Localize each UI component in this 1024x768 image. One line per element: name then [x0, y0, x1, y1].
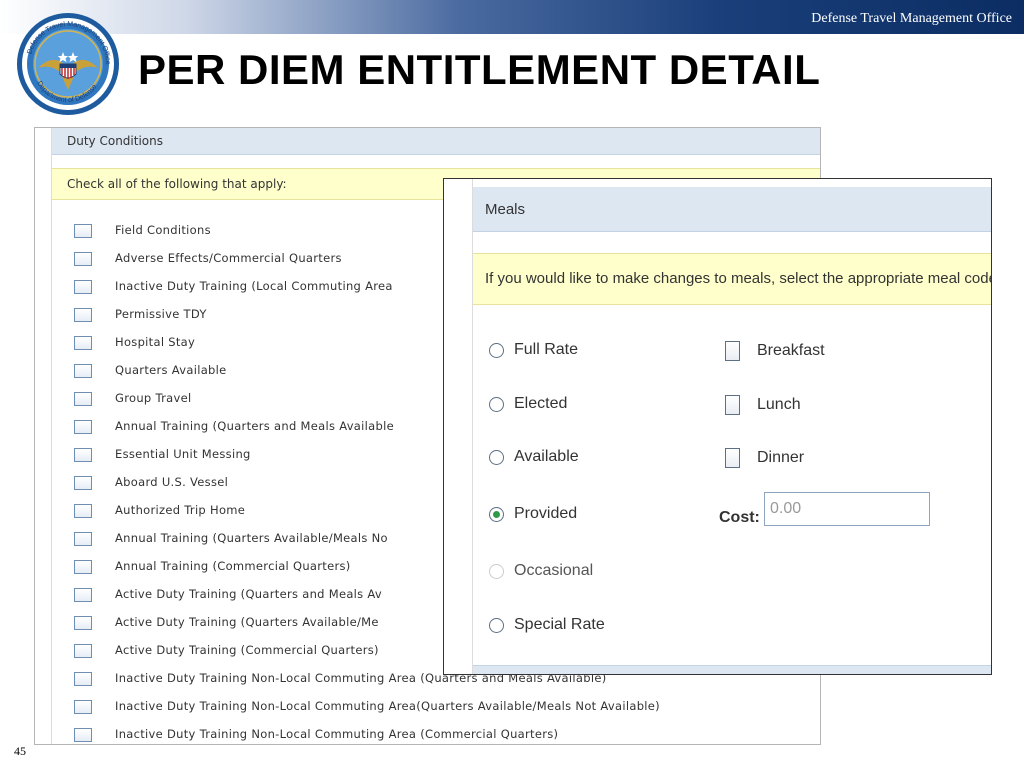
duty-condition-label: Aboard U.S. Vessel — [115, 475, 229, 489]
duty-condition-label: Adverse Effects/Commercial Quarters — [115, 251, 342, 265]
meal-checkbox-label: Dinner — [757, 449, 805, 466]
duty-instruction-text: Check all of the following that apply: — [67, 177, 287, 191]
page-number: 45 — [14, 744, 26, 758]
duty-condition-checkbox[interactable] — [74, 448, 92, 462]
meal-rate-label: Provided — [514, 505, 578, 522]
duty-condition-checkbox[interactable] — [74, 588, 92, 602]
duty-condition-checkbox[interactable] — [74, 560, 92, 574]
duty-condition-label: Annual Training (Commercial Quarters) — [115, 559, 351, 573]
duty-condition-label: Quarters Available — [115, 363, 227, 377]
meal-rate-radio[interactable] — [489, 450, 504, 465]
meal-rate-radio[interactable] — [489, 507, 504, 522]
meal-checkbox-label: Lunch — [757, 396, 801, 413]
duty-condition-label: Essential Unit Messing — [115, 447, 251, 461]
meal-rate-radio[interactable] — [489, 618, 504, 633]
duty-condition-label: Inactive Duty Training Non-Local Commuti… — [115, 727, 559, 741]
duty-condition-checkbox[interactable] — [74, 616, 92, 630]
duty-condition-label: Inactive Duty Training Non-Local Commuti… — [115, 699, 660, 713]
duty-condition-checkbox[interactable] — [74, 420, 92, 434]
duty-condition-checkbox[interactable] — [74, 700, 92, 714]
duty-condition-label: Inactive Duty Training (Local Commuting … — [115, 279, 393, 293]
duty-condition-checkbox[interactable] — [74, 336, 92, 350]
meal-rate-radio — [489, 564, 504, 579]
meal-checkbox[interactable] — [725, 341, 740, 361]
meals-panel: Meals If you would like to make changes … — [443, 178, 992, 675]
duty-condition-checkbox[interactable] — [74, 644, 92, 658]
duty-condition-item[interactable]: Inactive Duty Training Non-Local Commuti… — [52, 722, 820, 744]
duty-condition-checkbox[interactable] — [74, 728, 92, 742]
dod-seal-logo: Defense Travel Management Office Departm… — [17, 13, 119, 115]
meal-rate-label: Available — [514, 448, 579, 465]
duty-condition-label: Active Duty Training (Commercial Quarter… — [115, 643, 379, 657]
meals-instruction-text: If you would like to make changes to mea… — [485, 270, 991, 287]
meal-checkbox[interactable] — [725, 448, 740, 468]
meals-title: Meals — [485, 201, 526, 218]
duty-conditions-header: Duty Conditions — [52, 128, 820, 155]
meal-rate-radio[interactable] — [489, 397, 504, 412]
duty-condition-checkbox[interactable] — [74, 280, 92, 294]
meal-rate-label: Elected — [514, 395, 568, 412]
duty-condition-label: Hospital Stay — [115, 335, 196, 349]
meal-rate-label: Special Rate — [514, 616, 605, 633]
duty-condition-label: Active Duty Training (Quarters and Meals… — [115, 587, 383, 601]
cost-input[interactable] — [764, 492, 930, 526]
slide-title: PER DIEM ENTITLEMENT DETAIL — [138, 46, 821, 93]
meal-checkbox[interactable] — [725, 395, 740, 415]
duty-condition-checkbox[interactable] — [74, 392, 92, 406]
meal-rate-label: Occasional — [514, 562, 594, 579]
duty-condition-checkbox[interactable] — [74, 504, 92, 518]
duty-condition-checkbox[interactable] — [74, 672, 92, 686]
duty-condition-checkbox[interactable] — [74, 308, 92, 322]
duty-condition-item[interactable]: Inactive Duty Training Non-Local Commuti… — [52, 694, 820, 722]
duty-conditions-title: Duty Conditions — [67, 134, 163, 148]
meals-footer-bar — [473, 665, 991, 674]
meal-checkbox-label: Breakfast — [757, 342, 825, 359]
duty-condition-label: Active Duty Training (Quarters Available… — [115, 615, 379, 629]
duty-condition-checkbox[interactable] — [74, 224, 92, 238]
duty-condition-label: Authorized Trip Home — [115, 503, 246, 517]
duty-condition-checkbox[interactable] — [74, 252, 92, 266]
meal-rate-label: Full Rate — [514, 341, 579, 358]
duty-condition-label: Annual Training (Quarters Available/Meal… — [115, 531, 388, 545]
meals-instruction-bar: If you would like to make changes to mea… — [473, 253, 991, 305]
duty-condition-checkbox[interactable] — [74, 364, 92, 378]
org-name: Defense Travel Management Office — [811, 11, 1012, 26]
meals-header: Meals — [473, 187, 991, 232]
duty-condition-label: Field Conditions — [115, 223, 211, 237]
duty-condition-label: Permissive TDY — [115, 307, 207, 321]
duty-condition-checkbox[interactable] — [74, 476, 92, 490]
duty-condition-label: Annual Training (Quarters and Meals Avai… — [115, 419, 394, 433]
header-band: Defense Travel Management Office — [0, 0, 1024, 34]
cost-label: Cost: — [719, 509, 760, 526]
duty-condition-checkbox[interactable] — [74, 532, 92, 546]
duty-condition-label: Group Travel — [115, 391, 192, 405]
meal-rate-radio[interactable] — [489, 343, 504, 358]
